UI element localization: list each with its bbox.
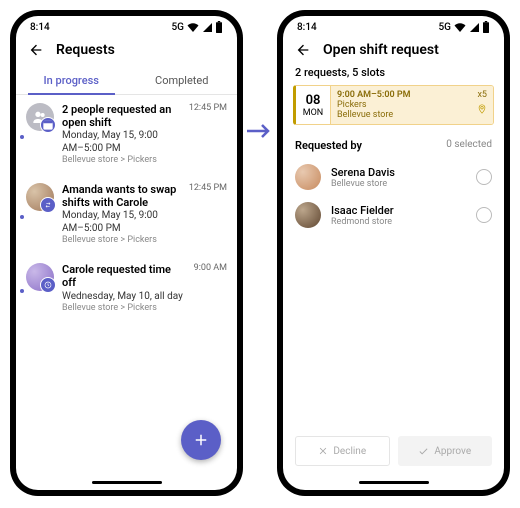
approve-label: Approve [434, 446, 471, 457]
item-title: 2 people requested an open shift [62, 103, 181, 129]
approve-button[interactable]: Approve [398, 436, 493, 466]
avatar [26, 183, 54, 211]
location-pin-icon [477, 104, 487, 117]
list-item[interactable]: Amanda wants to swap shifts with Carole … [16, 175, 237, 255]
tab-in-progress[interactable]: In progress [16, 66, 127, 94]
requested-by-label: Requested by [295, 139, 362, 152]
requester-name: Serena Davis [331, 166, 395, 179]
requester-row[interactable]: Serena Davis Bellevue store [283, 158, 504, 196]
item-subtitle: Monday, May 15, 9:00 AM–5:00 PM [62, 209, 181, 235]
page-title: Requests [56, 42, 115, 58]
item-time: 9:00 AM [194, 263, 227, 314]
new-request-button[interactable] [181, 420, 221, 460]
battery-icon [215, 21, 223, 33]
shift-count: x5 [477, 90, 487, 100]
avatar [295, 164, 321, 190]
requester-row[interactable]: Isaac Fielder Redmond store [283, 196, 504, 234]
plus-icon [192, 431, 210, 449]
item-subtitle: Wednesday, May 10, all day [62, 290, 186, 303]
shift-store: Bellevue store [337, 110, 487, 120]
phone-right: 8:14 5G Open shift request 2 requests, 5… [277, 10, 510, 496]
shift-card[interactable]: 08 MON 9:00 AM–5:00 PM Pickers Bellevue … [293, 85, 494, 125]
close-icon [318, 446, 328, 456]
item-meta: Bellevue store > Pickers [62, 155, 181, 167]
list-item[interactable]: Carole requested time off Wednesday, May… [16, 255, 237, 322]
avatar-group-icon [26, 103, 54, 131]
request-summary: 2 requests, 5 slots [283, 66, 504, 85]
screen-open-shift: 8:14 5G Open shift request 2 requests, 5… [283, 16, 504, 490]
decline-button[interactable]: Decline [295, 436, 390, 466]
back-icon[interactable] [28, 42, 44, 58]
select-radio[interactable] [476, 207, 492, 223]
signal-icon [469, 22, 479, 32]
avatar [295, 202, 321, 228]
tab-completed[interactable]: Completed [127, 66, 238, 94]
item-meta: Bellevue store > Pickers [62, 303, 186, 315]
screen-requests: 8:14 5G Requests In progress Completed [16, 16, 237, 490]
selected-count: 0 selected [446, 139, 492, 152]
status-network: 5G [439, 22, 452, 33]
swap-badge-icon [40, 197, 56, 213]
home-indicator [92, 481, 162, 484]
header: Requests [16, 38, 237, 66]
status-network: 5G [172, 22, 185, 33]
shift-day-number: 08 [306, 93, 321, 108]
shift-role: Pickers [337, 100, 487, 110]
phone-left: 8:14 5G Requests In progress Completed [10, 10, 243, 496]
signal-icon [202, 22, 212, 32]
status-icons: 5G [172, 21, 224, 33]
item-meta: Bellevue store > Pickers [62, 235, 181, 247]
avatar [26, 263, 54, 291]
shift-body: 9:00 AM–5:00 PM Pickers Bellevue store x… [331, 86, 493, 124]
requester-store: Bellevue store [331, 179, 395, 189]
item-title: Carole requested time off [62, 263, 186, 289]
item-subtitle: Monday, May 15, 9:00 AM–5:00 PM [62, 129, 181, 155]
battery-icon [482, 21, 490, 33]
clock-badge-icon [40, 277, 56, 293]
shift-date: 08 MON [296, 86, 331, 124]
check-icon [418, 446, 429, 457]
requested-by-header: Requested by 0 selected [283, 125, 504, 158]
shift-time: 9:00 AM–5:00 PM [337, 90, 487, 100]
item-title: Amanda wants to swap shifts with Carole [62, 183, 181, 209]
status-time: 8:14 [297, 22, 317, 33]
status-bar: 8:14 5G [16, 16, 237, 38]
arrow-icon [247, 122, 273, 144]
calendar-badge-icon [40, 117, 56, 133]
requester-store: Redmond store [331, 217, 394, 227]
status-time: 8:14 [30, 22, 50, 33]
item-time: 12:45 PM [189, 103, 227, 167]
back-icon[interactable] [295, 42, 311, 58]
wifi-icon [454, 22, 466, 32]
shift-day-name: MON [303, 108, 323, 118]
page-title: Open shift request [323, 42, 439, 58]
status-bar: 8:14 5G [283, 16, 504, 38]
item-time: 12:45 PM [189, 183, 227, 247]
decline-label: Decline [333, 446, 366, 457]
tabs: In progress Completed [16, 66, 237, 95]
list-item[interactable]: 2 people requested an open shift Monday,… [16, 95, 237, 175]
home-indicator [359, 481, 429, 484]
select-radio[interactable] [476, 169, 492, 185]
wifi-icon [187, 22, 199, 32]
status-icons: 5G [439, 21, 491, 33]
requester-name: Isaac Fielder [331, 204, 394, 217]
header: Open shift request [283, 38, 504, 66]
